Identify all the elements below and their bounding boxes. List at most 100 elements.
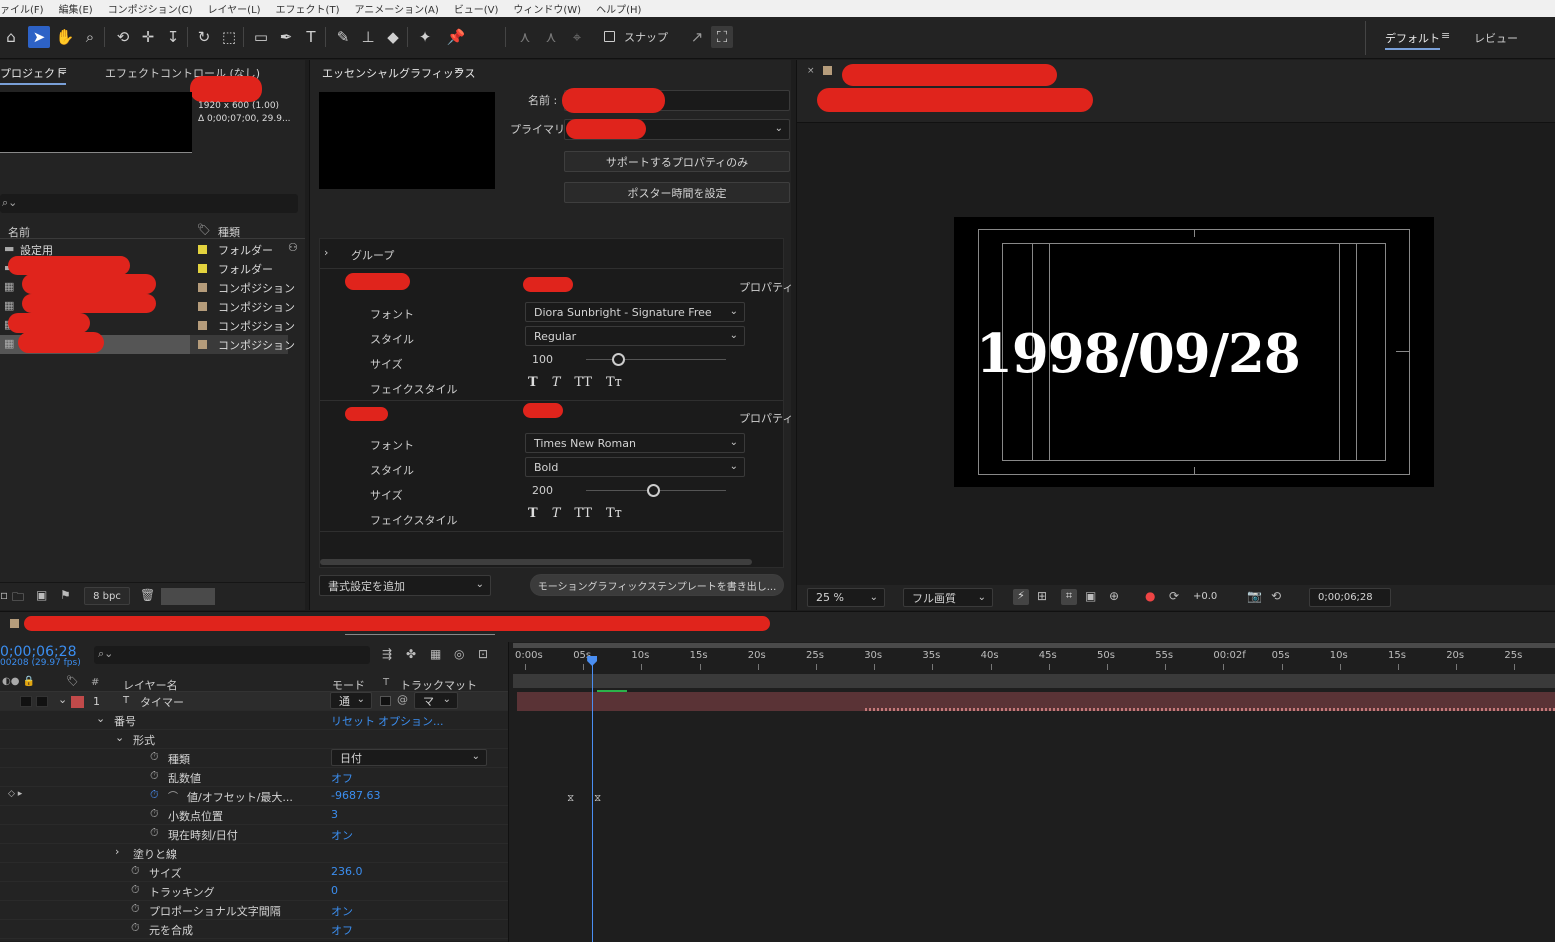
property-row[interactable]: ⏱ 現在時刻/日付 オン <box>0 825 508 844</box>
layer-label-color[interactable] <box>71 696 84 708</box>
mask-visibility-icon[interactable]: ⌗ <box>1061 589 1077 605</box>
col-mode[interactable]: モード <box>332 677 365 693</box>
tab-project[interactable]: プロジェクト <box>0 65 66 85</box>
label-color-swatch[interactable] <box>198 302 207 311</box>
clone-stamp-icon[interactable]: ⊥ <box>357 26 379 48</box>
comp-text-layer[interactable]: 1998/09/28 <box>976 323 1301 385</box>
rectangle-tool-icon[interactable]: ▭ <box>250 26 272 48</box>
poster-time-button[interactable]: ポスター時間を設定 <box>564 182 790 203</box>
transparency-grid-icon[interactable]: ⊞ <box>1037 589 1047 603</box>
snapshot-camera-icon[interactable]: 📷 <box>1247 589 1262 603</box>
add-formatting-dropdown[interactable]: 書式設定を追加 ⌄ <box>319 575 491 596</box>
stopwatch-icon[interactable]: ⏱ <box>150 750 159 764</box>
property-dropdown[interactable]: 日付 ⌄ <box>331 749 487 766</box>
selection-tool-icon[interactable]: ➤ <box>28 26 50 48</box>
new-folder-icon[interactable]: 🗀 <box>12 588 24 609</box>
block1-size-knob[interactable] <box>612 353 626 366</box>
timeline-search-input[interactable]: ⌕⌄ <box>94 646 370 664</box>
layer-mode-dropdown[interactable]: 通 ⌄ <box>330 692 372 709</box>
stopwatch-icon[interactable]: ⏱ <box>131 883 140 897</box>
block2-font-dropdown[interactable]: Times New Roman ⌄ <box>525 433 745 453</box>
panel-menu-icon[interactable]: ≡ <box>58 64 67 77</box>
block2-size-value[interactable]: 200 <box>532 484 553 497</box>
resolution-dropdown[interactable]: フル画質 ⌄ <box>903 588 993 607</box>
zoom-tool-icon[interactable]: ⌕ <box>79 26 101 48</box>
property-row[interactable]: ⏱ 乱数値 オフ <box>0 768 508 787</box>
stopwatch-icon[interactable]: ⏱ <box>150 769 159 783</box>
axis-view-icon[interactable]: ⌖ <box>566 26 588 48</box>
label-color-swatch[interactable] <box>198 340 207 349</box>
playhead[interactable] <box>592 658 594 942</box>
menu-item-1[interactable]: 編集(E) <box>59 1 93 16</box>
layer-matte-dropdown[interactable]: マ ⌄ <box>414 692 458 709</box>
property-row[interactable]: ⌄ 番号 リセット オプション... <box>0 711 508 730</box>
eg-scrollbar[interactable] <box>320 559 752 565</box>
block1-size-value[interactable]: 100 <box>532 353 553 366</box>
menu-item-7[interactable]: ウィンドウ(W) <box>513 1 581 16</box>
snap-checkbox[interactable] <box>604 31 615 42</box>
dolly-camera-icon[interactable]: ↧ <box>162 26 184 48</box>
trash-icon[interactable]: 🗑 <box>140 588 155 602</box>
small-caps-button[interactable]: Tт <box>606 375 622 390</box>
guides-options-icon[interactable]: ⊕ <box>1109 589 1119 603</box>
stopwatch-icon[interactable]: ⏱ <box>131 902 140 916</box>
comp-mini-flowchart-icon[interactable]: ⇶ <box>382 647 392 661</box>
label-color-swatch[interactable] <box>198 245 207 254</box>
workspace-default[interactable]: デフォルト <box>1385 30 1440 50</box>
fast-preview-icon[interactable]: ⚡ <box>1013 589 1029 605</box>
graph-icon[interactable]: ⌒ <box>168 788 178 803</box>
motion-blur-icon[interactable]: ◎ <box>454 647 464 661</box>
reset-exposure-icon[interactable]: ⟳ <box>1169 589 1179 603</box>
col-name-header[interactable]: 名前 <box>8 224 30 240</box>
property-value[interactable]: -9687.63 <box>331 789 380 802</box>
property-value[interactable]: オフ <box>331 922 353 938</box>
property-row[interactable]: ⏱ 元を合成 オフ <box>0 920 508 939</box>
keyframe-icon[interactable]: ⧖ <box>594 793 601 804</box>
graph-editor-icon[interactable]: ⊡ <box>478 647 488 661</box>
channel-icon[interactable]: ● <box>1145 589 1155 603</box>
axis-local-icon[interactable]: ⋏ <box>514 26 536 48</box>
shy-layers-icon[interactable]: ▦ <box>430 647 441 661</box>
property-value[interactable]: リセット <box>331 713 375 729</box>
block1-font-dropdown[interactable]: Diora Sunbright - Signature Free ⌄ <box>525 302 745 322</box>
exposure-value[interactable]: +0.0 <box>1193 591 1217 602</box>
stopwatch-icon[interactable]: ⏱ <box>131 921 140 935</box>
keyframe-navigator-icon[interactable]: ◇ ▸ <box>8 789 22 799</box>
supported-props-button[interactable]: サポートするプロパティのみ <box>564 151 790 172</box>
anchor-tool-icon[interactable]: ⬚ <box>218 26 240 48</box>
adjust-project-icon[interactable]: ⚑ <box>60 588 71 602</box>
type-tool-icon[interactable]: T <box>300 26 322 48</box>
eg-title[interactable]: エッセンシャルグラフィックス <box>322 65 475 81</box>
layer-name[interactable]: タイマー <box>140 694 184 710</box>
block1-size-slider[interactable] <box>586 359 726 360</box>
property-row[interactable]: ⏱ サイズ 236.0 <box>0 863 508 882</box>
layer-twirl-icon[interactable]: ⌄ <box>58 693 67 706</box>
block2-properties-link[interactable]: プロパティ <box>739 410 793 426</box>
menu-item-5[interactable]: アニメーション(A) <box>354 1 438 16</box>
property-row[interactable]: ⏱ ⌒ ◇ ▸ 値/オフセット/最大... -9687.63 <box>0 787 508 806</box>
label-color-swatch[interactable] <box>198 264 207 273</box>
time-navigator[interactable] <box>513 674 1555 688</box>
workspace-menu-icon[interactable]: ≡ <box>1441 29 1450 42</box>
panel-menu-icon[interactable]: ≡ <box>454 64 463 77</box>
brush-tool-icon[interactable]: ✎ <box>332 26 354 48</box>
snap-edges-icon[interactable]: ↗ <box>686 26 708 48</box>
group-twirl-icon[interactable]: › <box>324 246 328 259</box>
home-icon[interactable]: ⌂ <box>0 26 22 48</box>
all-caps-button[interactable]: TT <box>574 506 592 521</box>
work-area-bar[interactable] <box>513 643 1555 648</box>
small-caps-button[interactable]: Tт <box>606 506 622 521</box>
roto-brush-icon[interactable]: ✦ <box>414 26 436 48</box>
new-comp-icon[interactable]: ▣ <box>36 588 47 602</box>
faux-italic-button[interactable]: T <box>552 506 561 521</box>
layer-row[interactable]: ⌄ 1 T タイマー 通 ⌄ @ マ ⌄ <box>0 692 508 711</box>
all-caps-button[interactable]: TT <box>574 375 592 390</box>
property-value[interactable]: オン <box>331 827 353 843</box>
menu-item-0[interactable]: ァイル(F) <box>0 1 44 16</box>
footer-slider[interactable] <box>161 588 215 605</box>
label-color-swatch[interactable] <box>198 283 207 292</box>
pickwhip-icon[interactable]: @ <box>397 693 408 706</box>
twirl-icon[interactable]: ⌄ <box>96 712 105 725</box>
col-layer-name[interactable]: レイヤー名 <box>123 677 178 693</box>
keyframe-icon[interactable]: ⧖ <box>567 793 574 804</box>
